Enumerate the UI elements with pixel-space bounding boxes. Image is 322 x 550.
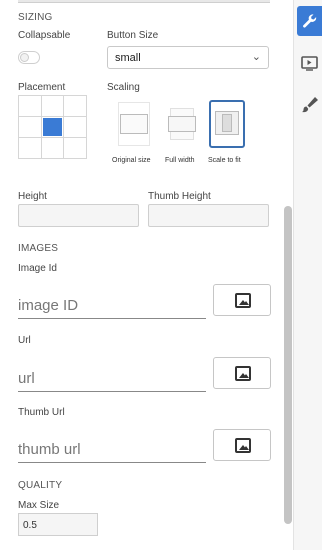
scaling-original-size[interactable]: [116, 100, 152, 148]
collapsable-label: Collapsable: [18, 30, 71, 41]
sizing-heading: SIZING: [18, 12, 53, 23]
thumb-height-field[interactable]: [148, 204, 269, 227]
placement-top-right[interactable]: [64, 96, 86, 116]
tab-settings[interactable]: [297, 6, 322, 36]
button-size-label: Button Size: [107, 30, 159, 41]
max-size-field[interactable]: 0.5: [18, 513, 98, 536]
properties-panel: SIZING Collapsable Button Size small ⌄ P…: [0, 0, 283, 550]
scale-to-fit-preview: [222, 114, 232, 132]
scaling-full-width[interactable]: [164, 100, 200, 148]
chevron-down-icon: ⌄: [251, 51, 261, 63]
images-heading: IMAGES: [18, 243, 59, 254]
placement-top-center[interactable]: [41, 96, 64, 116]
tab-style[interactable]: [297, 90, 322, 120]
placement-bottom-left[interactable]: [19, 138, 41, 158]
scaling-original-size-label: Original size: [112, 157, 151, 164]
image-id-label: Image Id: [18, 263, 57, 274]
tab-preview[interactable]: [297, 48, 322, 78]
max-size-label: Max Size: [18, 500, 60, 511]
image-id-input[interactable]: image ID: [18, 293, 206, 319]
placement-center[interactable]: [41, 117, 64, 137]
image-icon: [235, 293, 251, 308]
thumb-height-label: Thumb Height: [148, 191, 211, 202]
height-field[interactable]: [18, 204, 139, 227]
side-rail: [293, 0, 322, 550]
placement-bottom-center[interactable]: [41, 138, 64, 158]
url-picker-button[interactable]: [213, 357, 271, 389]
brush-icon: [302, 97, 318, 113]
button-size-value: small: [115, 52, 141, 64]
placement-middle-right[interactable]: [64, 117, 86, 137]
height-label: Height: [18, 191, 47, 202]
url-input[interactable]: url: [18, 366, 206, 392]
url-label: Url: [18, 335, 31, 346]
scaling-scale-to-fit-label: Scale to fit: [208, 157, 241, 164]
toggle-knob: [20, 53, 29, 62]
original-size-frame: [118, 102, 150, 146]
thumb-url-input[interactable]: thumb url: [18, 437, 206, 463]
top-divider: [18, 0, 270, 3]
placement-bottom-right[interactable]: [64, 138, 86, 158]
scaling-scale-to-fit[interactable]: [209, 100, 245, 148]
scaling-full-width-label: Full width: [165, 157, 195, 164]
placement-grid: [18, 95, 87, 159]
full-width-preview: [168, 116, 196, 132]
image-id-picker-button[interactable]: [213, 284, 271, 316]
image-icon: [235, 366, 251, 381]
scrollbar-thumb[interactable]: [284, 206, 292, 524]
placement-top-left[interactable]: [19, 96, 41, 116]
placement-label: Placement: [18, 82, 66, 93]
wrench-icon: [303, 14, 317, 28]
scaling-label: Scaling: [107, 82, 140, 93]
placement-middle-left[interactable]: [19, 117, 41, 137]
button-size-select[interactable]: small ⌄: [107, 46, 269, 69]
image-icon: [235, 438, 251, 453]
thumb-url-label: Thumb Url: [18, 407, 65, 418]
play-icon: [301, 56, 318, 71]
collapsable-toggle[interactable]: [18, 51, 40, 64]
quality-heading: QUALITY: [18, 480, 63, 491]
thumb-url-picker-button[interactable]: [213, 429, 271, 461]
